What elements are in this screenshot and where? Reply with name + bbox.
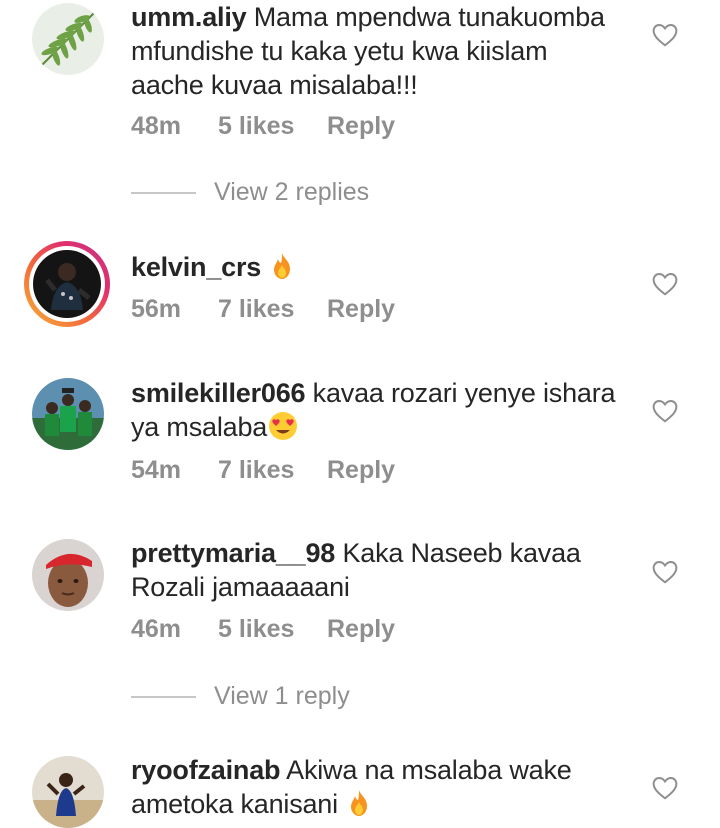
comment-text: prettymaria__98 Kaka Naseeb kavaa Rozali… — [131, 536, 631, 604]
comment-likes[interactable]: 5 likes — [218, 112, 327, 141]
child-photo-avatar-icon — [32, 756, 104, 828]
comment-username[interactable]: ryoofzainab — [131, 755, 281, 785]
comment-text: smilekiller066 kavaa rozari yenye ishara… — [131, 376, 631, 444]
comment-body: ya msalaba — [131, 412, 268, 442]
comment-body: mfundishe tu kaka yetu kwa kiislam — [131, 36, 548, 66]
comment-likes[interactable]: 5 likes — [218, 615, 327, 644]
comment-body: Mama mpendwa tunakuomba — [253, 2, 605, 32]
comment-meta: 54m 7 likes Reply — [131, 456, 395, 485]
reply-button[interactable]: Reply — [327, 615, 395, 644]
comment-body: kavaa rozari yenye ishara — [312, 378, 616, 408]
like-heart-icon[interactable] — [652, 23, 678, 47]
view-replies-button[interactable]: View 1 reply — [131, 682, 350, 711]
like-heart-icon[interactable] — [652, 560, 678, 584]
comment-likes[interactable]: 7 likes — [218, 456, 327, 485]
avatar[interactable] — [32, 3, 104, 75]
comment-text: kelvin_crs — [131, 250, 631, 284]
comment-body: ametoka kanisani — [131, 789, 338, 819]
reply-button[interactable]: Reply — [327, 112, 395, 141]
comment-meta: 48m 5 likes Reply — [131, 112, 395, 141]
fern-leaf-avatar-icon — [32, 3, 104, 75]
comment-username[interactable]: prettymaria__98 — [131, 538, 335, 568]
like-heart-icon[interactable] — [652, 776, 678, 800]
woman-red-cap-avatar-icon — [32, 539, 104, 611]
comment-time: 54m — [131, 456, 182, 484]
comment-username[interactable]: kelvin_crs — [131, 252, 261, 282]
view-replies-label: View 1 reply — [214, 682, 350, 710]
comment-time: 46m — [131, 615, 182, 643]
comment-body: Akiwa na msalaba wake — [286, 755, 572, 785]
comment-text: ryoofzainab Akiwa na msalaba wake ametok… — [131, 753, 631, 821]
comment-meta: 46m 5 likes Reply — [131, 615, 395, 644]
view-replies-label: View 2 replies — [214, 178, 370, 206]
reply-button[interactable]: Reply — [327, 295, 395, 324]
replies-divider — [131, 191, 196, 194]
comment-meta: 56m 7 likes Reply — [131, 295, 395, 324]
avatar[interactable] — [32, 539, 104, 611]
comment-body: aache kuvaa misalaba!!! — [131, 70, 418, 100]
comment-username[interactable]: smilekiller066 — [131, 378, 306, 408]
team-photo-avatar-icon — [32, 378, 104, 450]
fire-emoji-icon — [268, 251, 296, 281]
comment-time: 48m — [131, 112, 182, 140]
avatar[interactable] — [32, 756, 104, 828]
comment-body: Kaka Naseeb kavaa — [342, 538, 581, 568]
person-dark-avatar-icon — [33, 250, 101, 318]
avatar[interactable] — [24, 241, 110, 327]
comment-time: 56m — [131, 295, 182, 323]
story-ring — [29, 246, 105, 322]
fire-emoji-icon — [345, 788, 373, 818]
like-heart-icon[interactable] — [652, 272, 678, 296]
comment-username[interactable]: umm.aliy — [131, 2, 247, 32]
avatar[interactable] — [32, 378, 104, 450]
comment-text: umm.aliy Mama mpendwa tunakuomba mfundis… — [131, 0, 631, 102]
comment-likes[interactable]: 7 likes — [218, 295, 327, 324]
view-replies-button[interactable]: View 2 replies — [131, 178, 369, 207]
heart-eyes-emoji-icon — [267, 410, 299, 442]
reply-button[interactable]: Reply — [327, 456, 395, 485]
like-heart-icon[interactable] — [652, 399, 678, 423]
replies-divider — [131, 695, 196, 698]
comment-body: Rozali jamaaaaani — [131, 572, 350, 602]
